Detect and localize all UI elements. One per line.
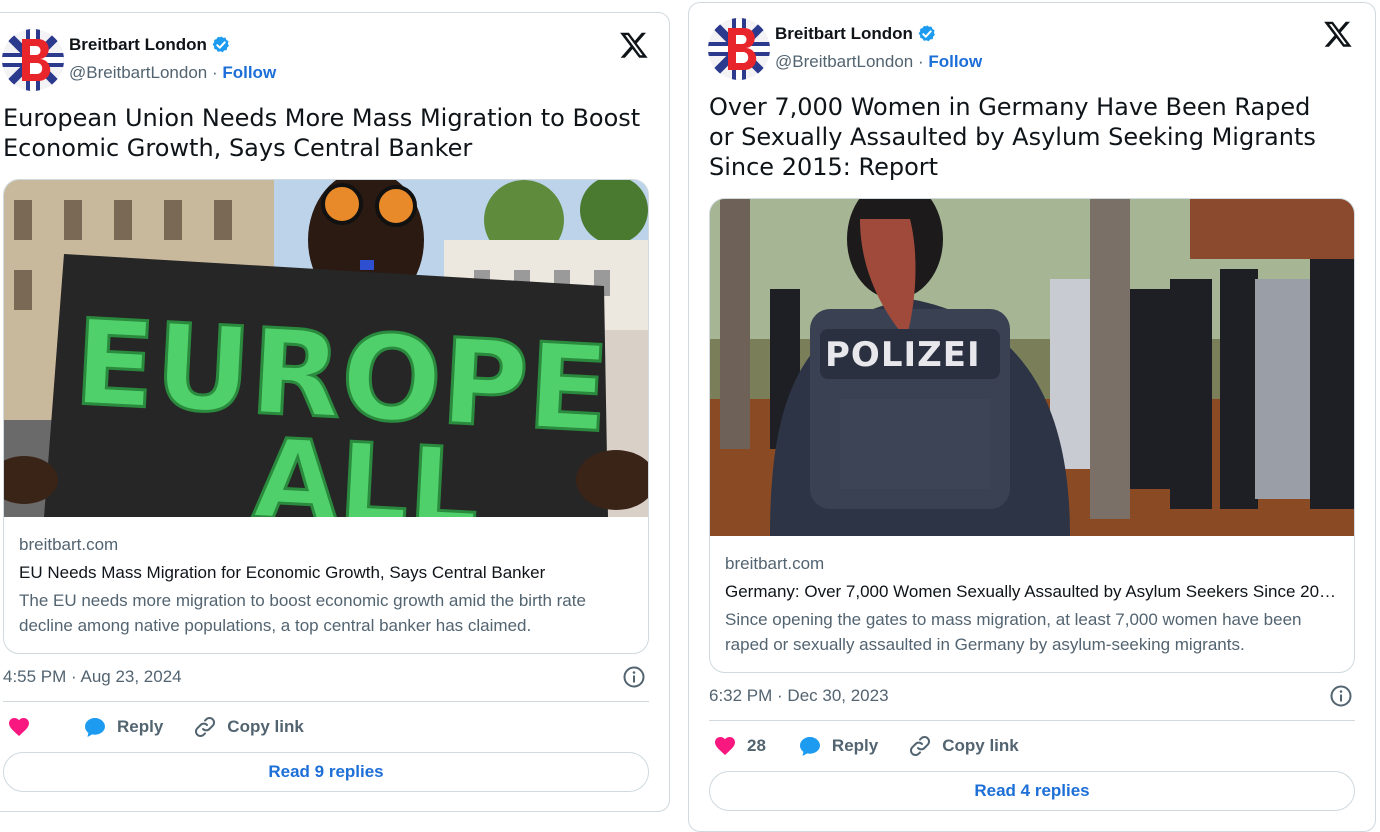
tweet-timestamp[interactable]: 6:32 PM · Dec 30, 2023 (709, 686, 889, 706)
info-icon[interactable] (1329, 684, 1353, 708)
link-preview-card[interactable]: POLIZEI breitbart.com Germany: Over 7,00… (709, 198, 1355, 673)
divider (709, 720, 1355, 721)
author-handle[interactable]: @BreitbartLondon (69, 63, 207, 82)
reply-button[interactable]: Reply (83, 715, 163, 739)
follow-button[interactable]: Follow (928, 52, 982, 71)
tweet-timestamp[interactable]: 4:55 PM · Aug 23, 2024 (3, 667, 182, 687)
info-icon[interactable] (622, 665, 646, 689)
handle-row: @BreitbartLondon · Follow (69, 63, 277, 82)
heart-icon (715, 737, 735, 755)
like-button[interactable] (7, 715, 41, 739)
link-preview-card[interactable]: EUROPE 4 ALL breitbart.com EU Needs Mass… (3, 179, 649, 654)
like-count: 28 (747, 736, 766, 755)
tweet-card-2: Breitbart London @BreitbartLondon · Foll… (688, 2, 1376, 832)
link-preview-image[interactable]: POLIZEI (710, 199, 1354, 536)
author-name-label[interactable]: Breitbart London (775, 24, 913, 44)
breitbart-logo-icon[interactable] (708, 18, 770, 80)
tweet-actions: Reply Copy link (7, 715, 334, 739)
reply-button[interactable]: Reply (798, 734, 878, 758)
link-description: Since opening the gates to mass migratio… (725, 610, 1302, 654)
link-domain: breitbart.com (19, 535, 119, 554)
author-name[interactable]: Breitbart London (775, 24, 937, 44)
copy-link-label: Copy link (227, 717, 304, 736)
copy-link-button[interactable]: Copy link (193, 715, 304, 739)
link-icon (195, 716, 216, 738)
tweet-actions: 28 Reply Copy link (713, 734, 1049, 758)
like-button[interactable]: 28 (713, 734, 766, 758)
link-domain: breitbart.com (725, 554, 825, 573)
reply-label: Reply (117, 717, 164, 736)
link-title: Germany: Over 7,000 Women Sexually Assau… (725, 582, 1339, 601)
link-title: EU Needs Mass Migration for Economic Gro… (19, 563, 546, 582)
divider (3, 701, 649, 702)
sign-text-line2: ALL (251, 414, 483, 517)
link-description: The EU needs more migration to boost eco… (19, 591, 586, 635)
read-replies-button[interactable]: Read 4 replies (709, 771, 1355, 811)
author-handle[interactable]: @BreitbartLondon (775, 52, 913, 71)
heart-icon (9, 718, 29, 736)
follow-button[interactable]: Follow (222, 63, 276, 82)
author-name-label[interactable]: Breitbart London (69, 35, 207, 55)
link-preview-image[interactable]: EUROPE 4 ALL (4, 180, 648, 517)
x-logo-icon[interactable] (1323, 19, 1353, 49)
reply-bubble-icon (85, 718, 105, 737)
link-icon (910, 735, 931, 757)
reply-label: Reply (831, 736, 879, 755)
copy-link-button[interactable]: Copy link (908, 734, 1019, 758)
verified-badge-icon (918, 25, 935, 42)
handle-row: @BreitbartLondon · Follow (775, 52, 983, 71)
breitbart-logo-icon[interactable] (2, 29, 64, 91)
reply-bubble-icon (799, 737, 820, 756)
x-logo-icon[interactable] (619, 30, 649, 60)
tweet-text: European Union Needs More Mass Migration… (3, 104, 641, 162)
author-name[interactable]: Breitbart London (69, 35, 231, 55)
read-replies-button[interactable]: Read 9 replies (3, 752, 649, 792)
verified-badge-icon (212, 36, 229, 53)
copy-link-label: Copy link (942, 736, 1019, 755)
vest-label: POLIZEI (825, 335, 981, 375)
tweet-card-1: Breitbart London @BreitbartLondon · Foll… (0, 12, 670, 812)
tweet-text: Over 7,000 Women in Germany Have Been Ra… (709, 93, 1316, 181)
